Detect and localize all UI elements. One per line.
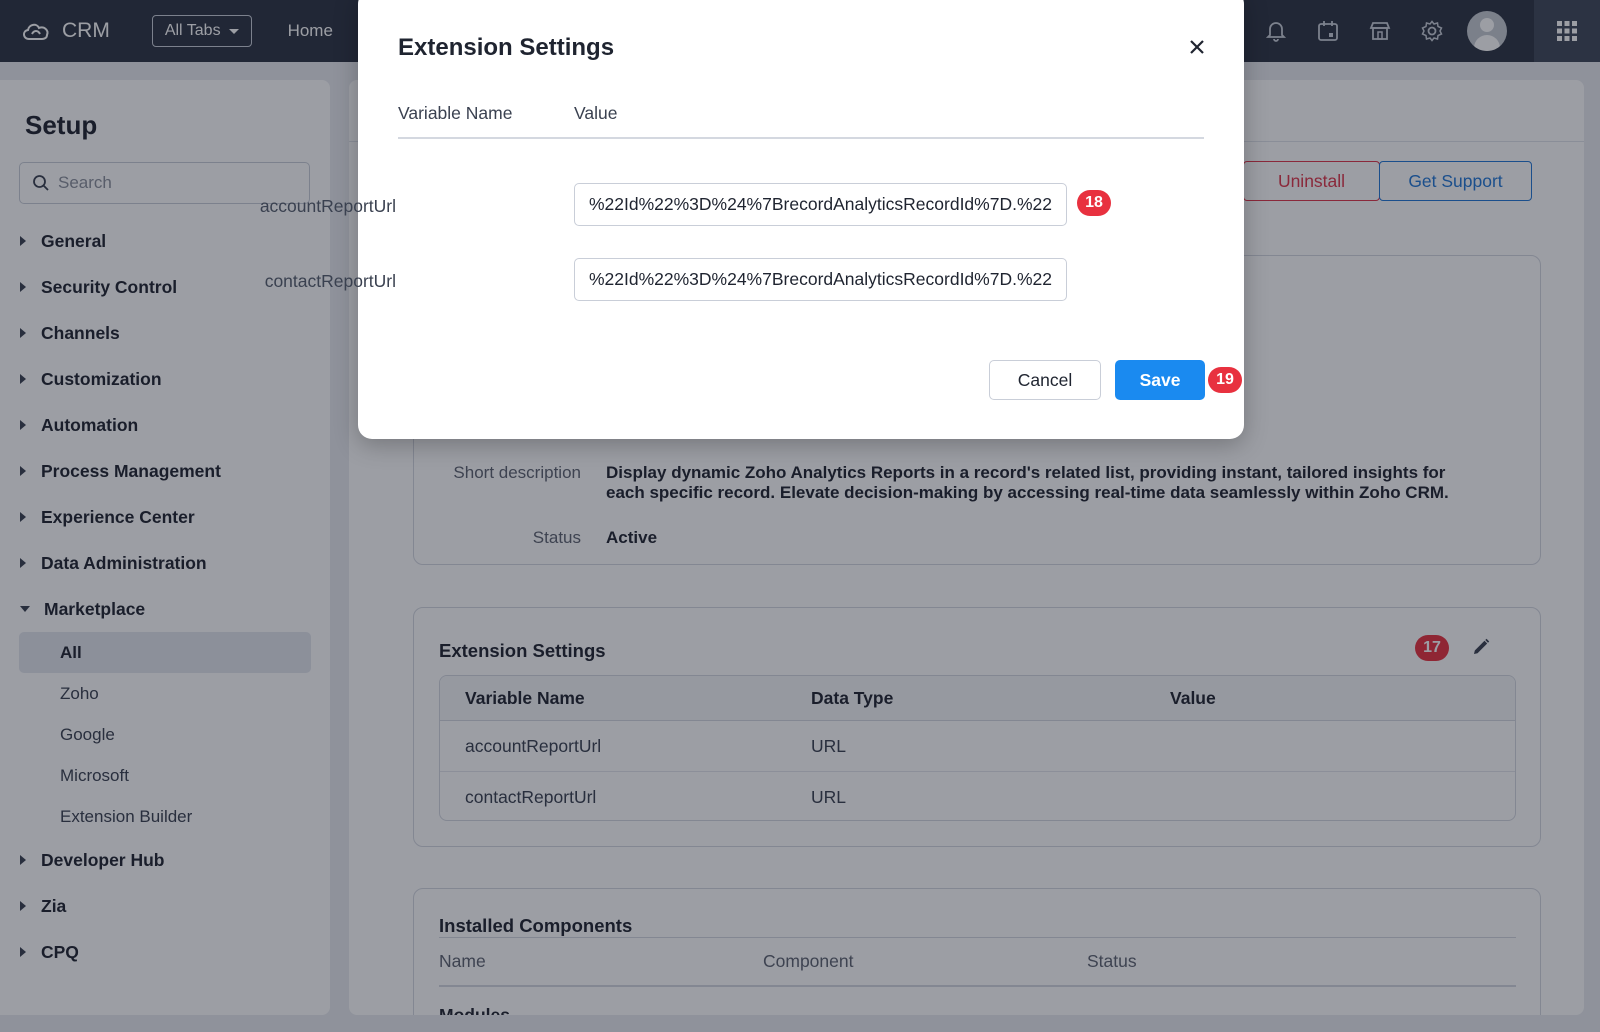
account-report-url-label: accountReportUrl — [259, 196, 396, 216]
column-header: Variable Name — [398, 103, 513, 123]
contact-report-url-input[interactable] — [574, 258, 1067, 301]
account-report-url-input[interactable] — [574, 183, 1067, 226]
step-badge: 18 — [1077, 190, 1111, 216]
cancel-button[interactable]: Cancel — [989, 360, 1101, 400]
step-badge: 19 — [1208, 367, 1242, 393]
contact-report-url-label: contactReportUrl — [264, 271, 396, 291]
modal-title: Extension Settings — [398, 34, 615, 61]
save-button[interactable]: Save — [1115, 360, 1205, 400]
close-icon[interactable] — [1186, 36, 1208, 58]
modal-table-header: Variable Name Value — [398, 93, 1204, 139]
column-header: Value — [574, 103, 618, 123]
